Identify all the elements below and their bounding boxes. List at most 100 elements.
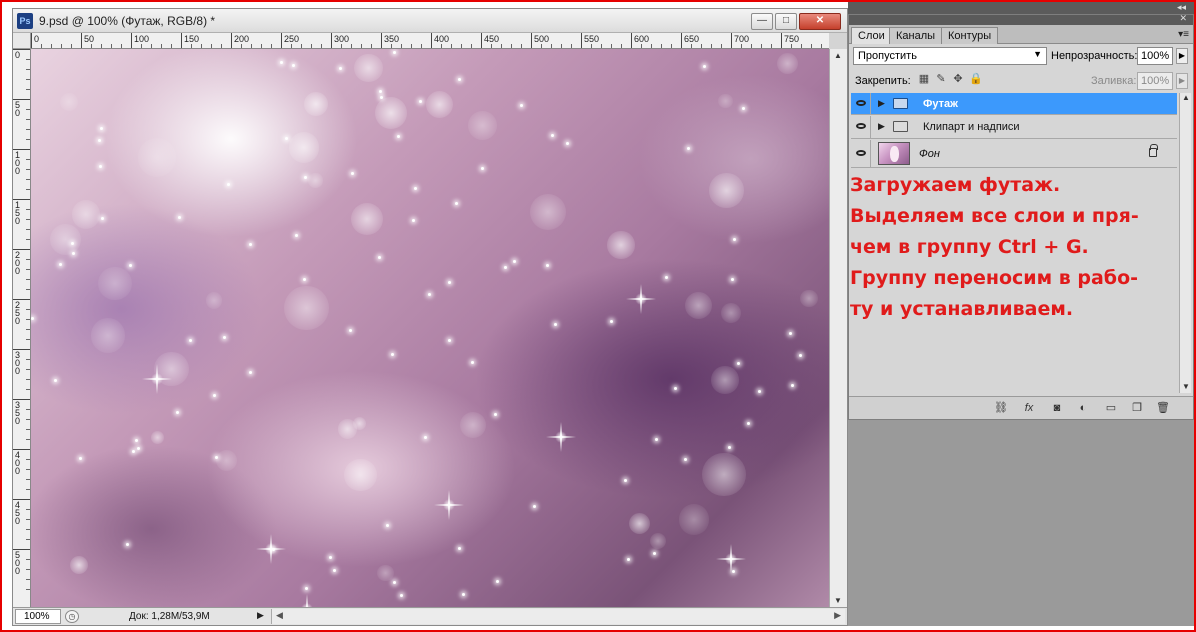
ruler-minor-tick (26, 339, 30, 340)
vertical-scrollbar[interactable]: ▲ ▼ (829, 49, 847, 607)
horizontal-scrollbar[interactable]: ◀ ▶ (271, 609, 845, 624)
bokeh-light (718, 93, 733, 109)
ruler-minor-tick (171, 44, 172, 48)
trash-icon[interactable]: 🗑 (1155, 401, 1171, 415)
adjustment-icon[interactable]: ◐ (1075, 401, 1091, 415)
expand-arrow-icon[interactable]: ▶ (878, 98, 885, 109)
maximize-button[interactable]: □ (775, 13, 797, 30)
ruler-tick: 200 (13, 249, 30, 276)
sparkle (333, 569, 336, 573)
ruler-minor-tick (211, 44, 212, 48)
scroll-left-icon[interactable]: ◀ (276, 610, 283, 621)
visibility-eye-icon[interactable] (851, 116, 871, 138)
sparkle (284, 136, 288, 140)
sparkle (504, 266, 508, 270)
sparkle (419, 100, 423, 104)
ruler-minor-tick (671, 44, 672, 48)
status-menu-arrow-icon[interactable]: ▶ (257, 610, 267, 623)
zoom-field[interactable]: 100% (15, 609, 61, 624)
scroll-up-icon[interactable]: ▲ (1182, 93, 1190, 102)
tab-layers[interactable]: Слои (851, 27, 892, 44)
ruler-minor-tick (371, 44, 372, 48)
sparkle (427, 293, 431, 297)
ruler-minor-tick (26, 269, 30, 270)
sparkle (412, 218, 416, 222)
horizontal-ruler[interactable]: 0 50 100 150 200 250 300 350 400 450 500 550 600 650 7… (31, 33, 829, 49)
vertical-ruler[interactable]: 0 50 100 150 200 250 300 350 400 450 500 (13, 49, 31, 607)
status-info-icon[interactable]: ◷ (65, 610, 79, 623)
fx-icon[interactable]: fx (1021, 401, 1037, 415)
expand-arrow-icon[interactable]: ▶ (878, 121, 885, 132)
ruler-tick: 250 (281, 33, 299, 48)
bokeh-light (304, 92, 328, 116)
panel-grip[interactable]: ✕ (849, 13, 1193, 25)
visibility-eye-icon[interactable] (851, 140, 871, 167)
mask-icon[interactable]: ◙ (1049, 401, 1065, 415)
opacity-slider-arrow-icon[interactable]: ▶ (1176, 48, 1188, 64)
blend-mode-select[interactable]: Пропустить ▼ (853, 47, 1047, 65)
sparkle (447, 338, 451, 342)
ruler-origin[interactable] (13, 33, 31, 49)
new-group-icon[interactable]: ▭ (1103, 401, 1119, 415)
lock-transparency-icon[interactable]: ▦ (918, 73, 930, 85)
sparkle (58, 262, 62, 266)
layer-row-clipart[interactable]: ▶ Клипарт и надписи (851, 116, 1177, 139)
ruler-tick: 350 (13, 399, 30, 426)
fill-field[interactable]: 100% (1137, 72, 1173, 90)
new-layer-icon[interactable]: ❐ (1129, 401, 1145, 415)
ruler-minor-tick (641, 44, 642, 48)
sparkle (391, 353, 395, 357)
bokeh-light (468, 111, 498, 141)
ruler-tick: 100 (131, 33, 149, 48)
opacity-field[interactable]: 100% (1137, 47, 1173, 65)
lock-pixels-icon[interactable]: ✎ (935, 73, 947, 85)
visibility-eye-icon[interactable] (851, 93, 871, 114)
scroll-right-icon[interactable]: ▶ (834, 610, 841, 621)
empty-dock-area (848, 420, 1194, 626)
bokeh-light (777, 52, 799, 74)
link-icon[interactable]: ⛓ (993, 401, 1009, 415)
sparkle (178, 216, 182, 220)
sparkle (329, 556, 333, 560)
ruler-minor-tick (221, 44, 222, 48)
panel-close-icon[interactable]: ✕ (1179, 13, 1187, 24)
lock-position-icon[interactable]: ✥ (952, 73, 964, 85)
folder-icon (893, 121, 908, 132)
tab-channels[interactable]: Каналы (889, 27, 943, 44)
layer-thumbnail (878, 142, 910, 165)
ruler-minor-tick (61, 44, 62, 48)
layer-row-footage[interactable]: ▶ Футаж (851, 93, 1177, 115)
image-canvas[interactable] (31, 49, 829, 607)
close-button[interactable]: ✕ (799, 13, 841, 30)
star-flare (546, 422, 576, 452)
ruler-minor-tick (111, 44, 112, 48)
panel-menu-icon[interactable]: ▾≡ (1178, 29, 1189, 40)
minimize-button[interactable]: — (751, 13, 773, 30)
scroll-up-icon[interactable]: ▲ (834, 51, 842, 60)
lock-all-icon[interactable]: 🔒 (969, 73, 983, 85)
scroll-down-icon[interactable]: ▼ (834, 596, 842, 605)
ruler-minor-tick (741, 44, 742, 48)
ruler-minor-tick (701, 44, 702, 48)
sparkle (378, 256, 382, 260)
ruler-minor-tick (26, 219, 30, 220)
sparkle (790, 384, 794, 388)
bokeh-light (344, 458, 377, 492)
ruler-tick: 0 (13, 49, 30, 60)
fill-slider-arrow-icon[interactable]: ▶ (1176, 73, 1188, 89)
bokeh-light (151, 430, 165, 444)
ruler-minor-tick (721, 44, 722, 48)
sparkle (54, 379, 58, 383)
ruler-tick: 450 (13, 499, 30, 526)
ruler-minor-tick (571, 44, 572, 48)
sparkle (413, 186, 417, 190)
scroll-down-icon[interactable]: ▼ (1182, 382, 1190, 391)
tab-paths[interactable]: Контуры (941, 27, 999, 44)
layer-row-background[interactable]: Фон (851, 140, 1177, 168)
sparkle (520, 103, 524, 107)
document-titlebar[interactable]: Ps 9.psd @ 100% (Футаж, RGB/8) * — □ ✕ (13, 9, 847, 33)
sparkle (100, 216, 104, 220)
dock-collapse-icon[interactable]: ◂◂ (1177, 2, 1186, 13)
ruler-minor-tick (751, 44, 752, 48)
bokeh-light (71, 199, 101, 229)
